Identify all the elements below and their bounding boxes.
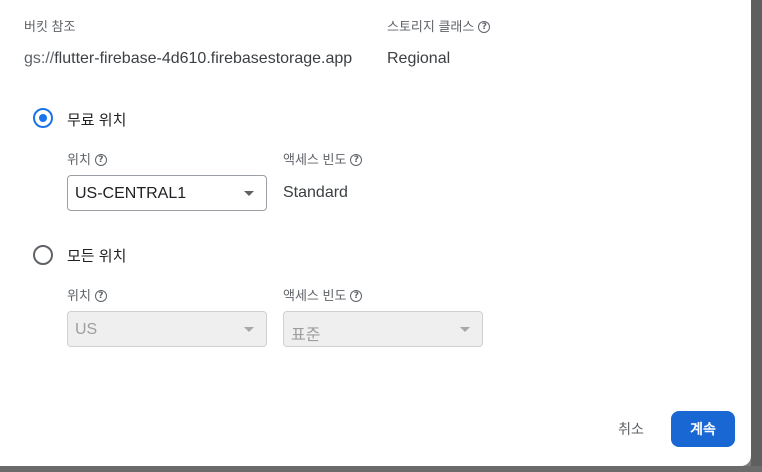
help-circle-icon[interactable]: ?: [94, 153, 107, 166]
arrow-drop-down-icon: [244, 327, 254, 332]
bucket-reference-value: gs://flutter-firebase-4d610.firebasestor…: [24, 50, 352, 68]
multi-location-select[interactable]: US: [67, 311, 267, 347]
storage-class-value: Regional: [387, 50, 451, 67]
location-select-value: US-CENTRAL1: [75, 185, 187, 202]
location-label: 위치: [67, 152, 91, 167]
location-select[interactable]: US-CENTRAL1: [67, 175, 267, 211]
arrow-drop-down-icon: [460, 327, 470, 332]
multi-location-select-value: US: [75, 321, 98, 338]
free-location-location-header: 위치?: [67, 149, 107, 168]
bucket-reference-label: 버킷 참조: [24, 19, 76, 34]
access-frequency-value: Standard: [283, 184, 348, 201]
location-label: 위치: [67, 288, 91, 303]
arrow-drop-down-icon: [244, 191, 254, 196]
access-frequency-select-value: 표준: [291, 327, 321, 344]
help-circle-icon[interactable]: ?: [478, 20, 491, 33]
bucket-reference-scheme: gs://: [24, 50, 55, 67]
create-bucket-dialog: 버킷 참조 gs://flutter-firebase-4d610.fireba…: [0, 0, 751, 466]
background-overlay-bottom: [0, 466, 762, 472]
free-location-label[interactable]: 무료 위치: [67, 109, 126, 130]
help-circle-icon[interactable]: ?: [94, 289, 107, 302]
continue-button[interactable]: 계속: [671, 411, 735, 447]
storage-class-header: 스토리지 클래스?: [387, 16, 491, 35]
free-location-radio[interactable]: [33, 108, 53, 128]
access-frequency-label: 액세스 빈도: [283, 288, 347, 303]
free-location-access-header: 액세스 빈도?: [283, 149, 363, 168]
all-locations-access-header: 액세스 빈도?: [283, 285, 363, 304]
help-circle-icon[interactable]: ?: [350, 153, 363, 166]
all-locations-label[interactable]: 모든 위치: [67, 245, 126, 266]
cancel-button[interactable]: 취소: [608, 412, 654, 446]
bucket-reference-path: flutter-firebase-4d610.firebasestorage.a…: [54, 50, 353, 67]
all-locations-location-header: 위치?: [67, 285, 107, 304]
background-overlay-right: [751, 0, 762, 472]
help-circle-icon[interactable]: ?: [350, 289, 363, 302]
storage-class-label: 스토리지 클래스: [387, 19, 475, 34]
access-frequency-label: 액세스 빈도: [283, 152, 347, 167]
all-locations-radio[interactable]: [33, 245, 53, 265]
access-frequency-select[interactable]: 표준: [283, 311, 483, 347]
